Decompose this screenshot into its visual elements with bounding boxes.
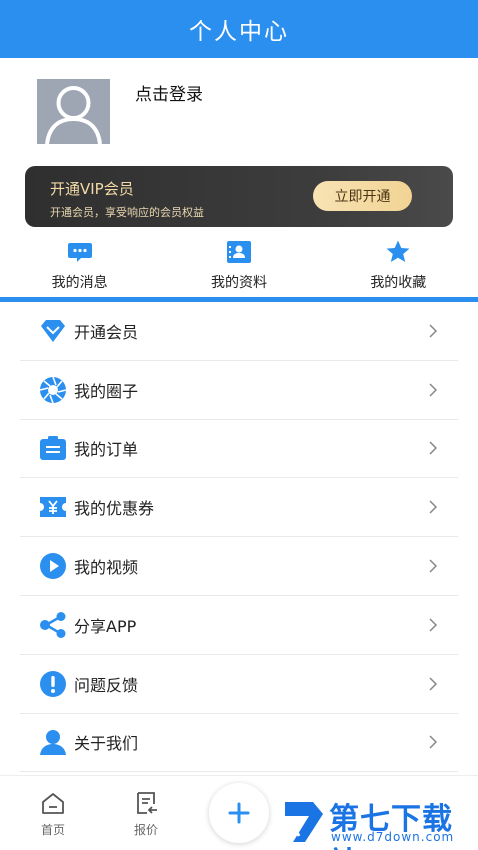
chevron-right-icon: [429, 677, 438, 691]
watermark: 第七下载站 www.d7down.com: [283, 792, 478, 850]
quick-item-messages[interactable]: 我的消息: [0, 232, 159, 294]
tab-label-home: 首页: [40, 823, 65, 837]
default-avatar-icon: [37, 79, 110, 144]
top-bar: 个人中心: [0, 0, 478, 58]
chevron-right-icon: [429, 441, 438, 456]
login-link[interactable]: 点击登录: [135, 80, 203, 105]
add-button[interactable]: [209, 783, 269, 843]
menu-label: 分享APP: [74, 616, 137, 636]
star-icon: [386, 240, 410, 262]
menu-label: 我的订单: [74, 440, 139, 460]
chevron-right-icon: [429, 618, 438, 632]
tab-quote[interactable]: 报价: [116, 790, 176, 838]
menu-item-feedback[interactable]: 问题反馈: [20, 655, 458, 714]
chevron-right-icon: [429, 383, 438, 397]
menu-label: 开通会员: [74, 322, 139, 342]
quick-label-profile: 我的资料: [210, 275, 267, 291]
menu-item-coupons[interactable]: 我的优惠券: [20, 478, 458, 538]
chevron-right-icon: [429, 559, 438, 573]
chevron-right-icon: [429, 500, 438, 514]
person-icon: [40, 730, 66, 756]
menu-item-orders[interactable]: 我的订单: [20, 420, 458, 479]
aperture-icon: [39, 376, 67, 403]
avatar[interactable]: [37, 79, 110, 144]
quick-label-messages: 我的消息: [51, 275, 108, 291]
menu-label: 关于我们: [74, 734, 139, 754]
share-icon: [40, 611, 66, 638]
chevron-right-icon: [429, 735, 438, 749]
open-vip-button[interactable]: 立即开通: [313, 181, 412, 211]
vip-banner[interactable]: 开通VIP会员 开通会员，享受响应的会员权益 立即开通: [25, 166, 453, 227]
tab-label-quote: 报价: [133, 823, 158, 837]
menu-item-vip[interactable]: 开通会员: [20, 302, 458, 361]
watermark-logo-icon: [285, 802, 323, 842]
diamond-icon: [41, 319, 65, 342]
quick-label-favorites: 我的收藏: [370, 275, 427, 291]
profile-card-icon: [226, 241, 251, 263]
menu-list: 开通会员 我的圈子 我的订单 我的优惠券 我的视频 分享APP 问题反馈 关于我…: [20, 302, 458, 773]
vip-title: 开通VIP会员: [50, 180, 134, 198]
exclamation-icon: [40, 670, 66, 697]
menu-label: 我的视频: [74, 558, 139, 578]
profile-section[interactable]: 点击登录: [0, 58, 478, 164]
play-icon: [40, 553, 66, 580]
quick-item-profile[interactable]: 我的资料: [159, 232, 318, 294]
menu-item-about[interactable]: 关于我们: [20, 714, 458, 773]
home-icon: [42, 793, 64, 814]
menu-label: 我的圈子: [74, 381, 139, 401]
menu-label: 问题反馈: [74, 675, 139, 695]
message-icon: [67, 243, 92, 262]
vip-subtitle: 开通会员，享受响应的会员权益: [50, 206, 204, 219]
watermark-url: www.d7down.com: [331, 830, 455, 844]
menu-item-circle[interactable]: 我的圈子: [20, 361, 458, 420]
chevron-right-icon: [429, 324, 438, 338]
menu-item-share[interactable]: 分享APP: [20, 596, 458, 655]
quote-icon: [137, 792, 157, 814]
menu-item-videos[interactable]: 我的视频: [20, 537, 458, 596]
coupon-icon: [40, 497, 66, 518]
plus-icon: [228, 802, 250, 824]
tab-home[interactable]: 首页: [23, 790, 83, 838]
quick-item-favorites[interactable]: 我的收藏: [319, 232, 478, 294]
page-title: 个人中心: [189, 19, 289, 45]
menu-label: 我的优惠券: [74, 499, 155, 519]
order-icon: [40, 436, 66, 461]
quick-actions: 我的消息 我的资料 我的收藏: [0, 232, 478, 294]
